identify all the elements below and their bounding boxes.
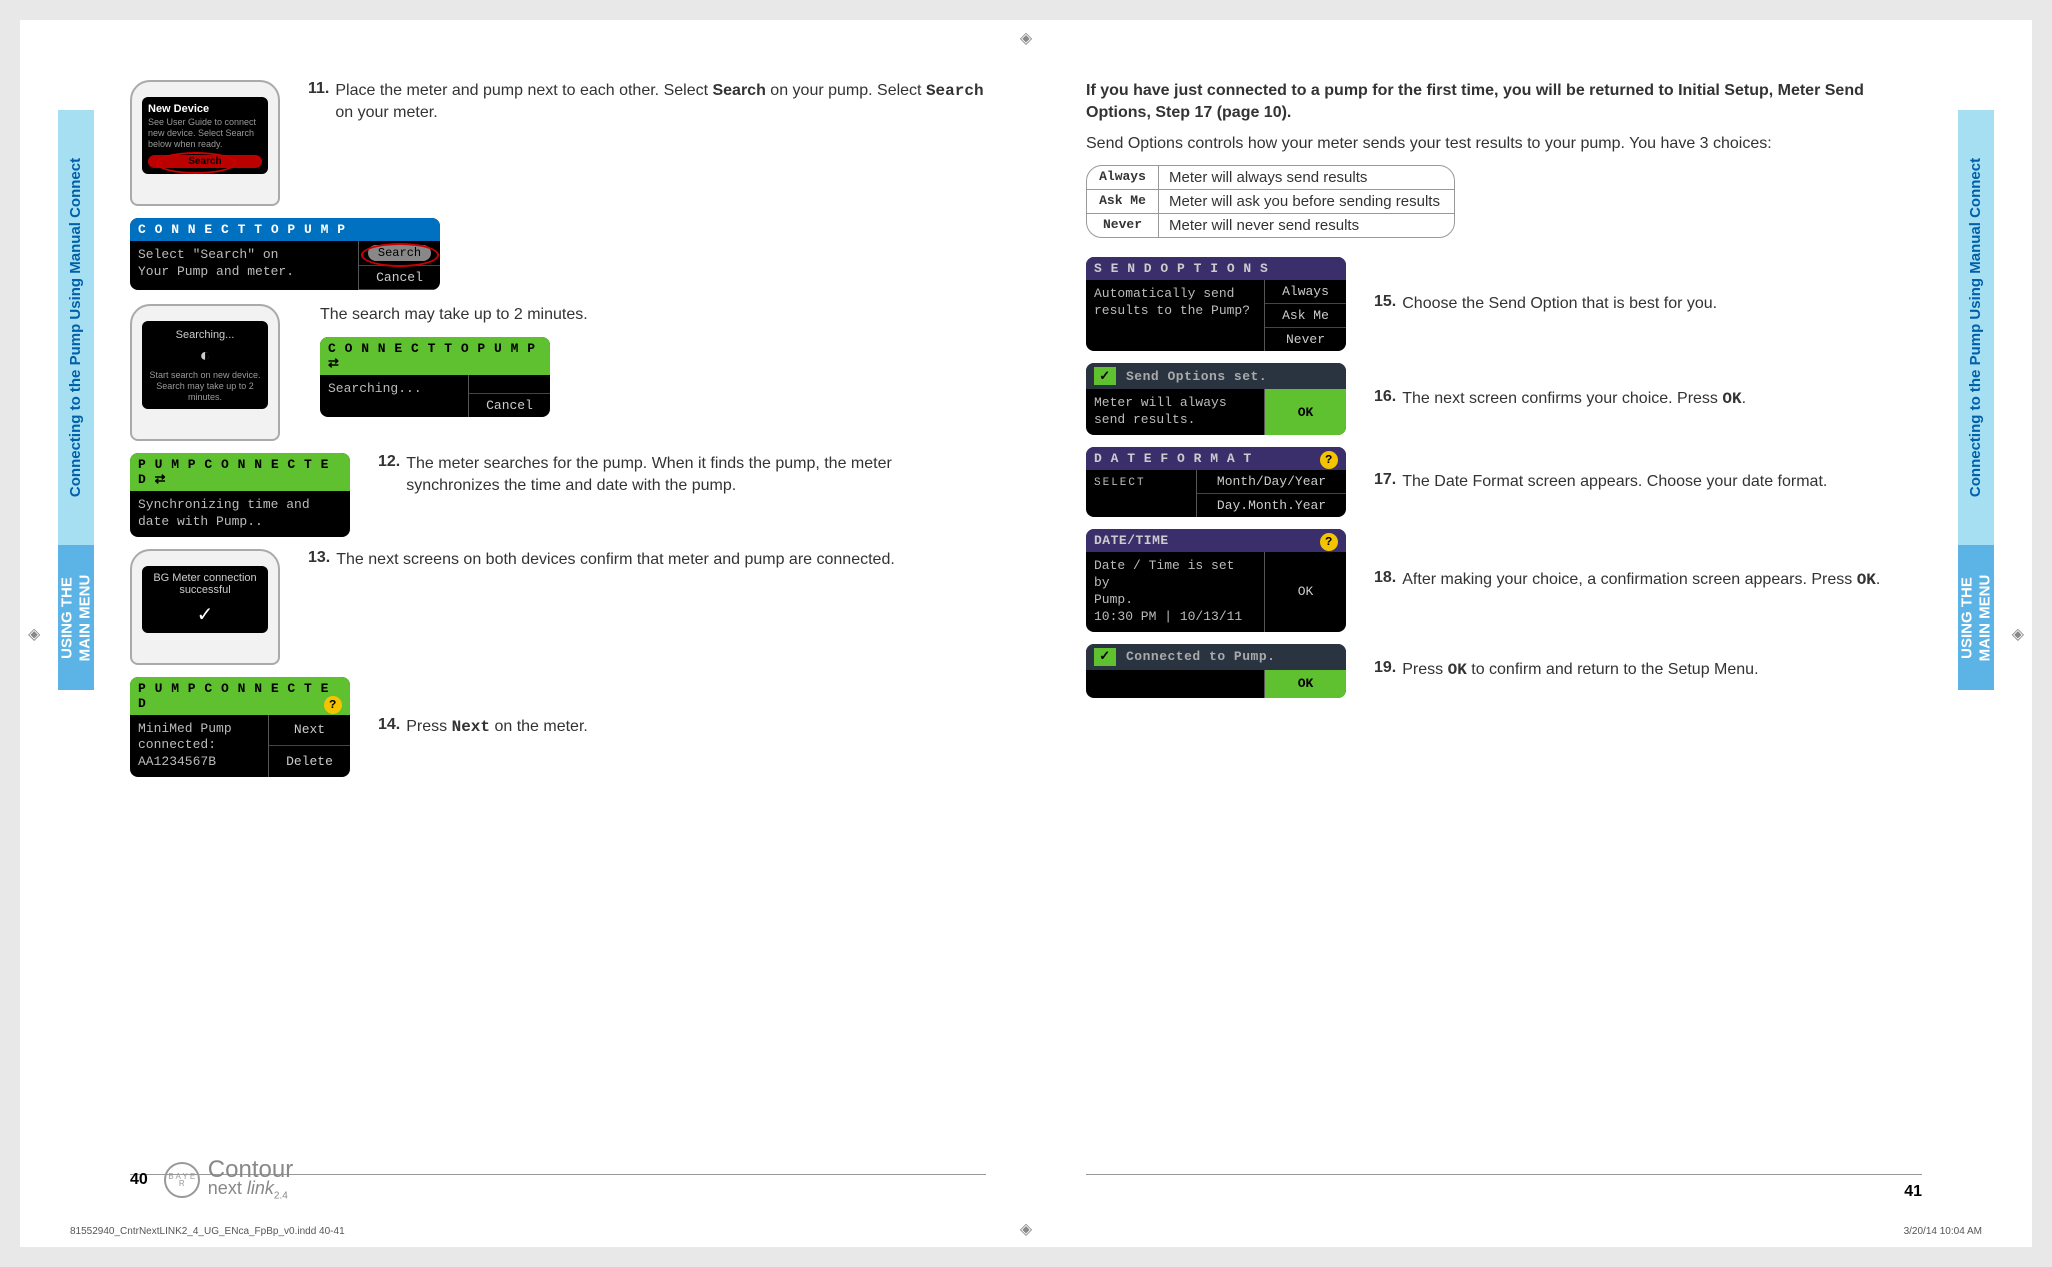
meter-next-option: Next [269,715,350,747]
meter-connected-to-pump: ✓Connected to Pump. OK [1086,644,1346,698]
pump-illustration-connected: BG Meter connection successful ✓ [130,549,280,665]
meter-minimed-connected: P U M P C O N N E C T E D? MiniMed Pumpc… [130,677,350,778]
meter-header: ✓Connected to Pump. [1086,644,1346,670]
meter-header: D A T E F O R M A T? [1086,447,1346,470]
page-right: Connecting to the Pump Using Manual Conn… [1026,20,2032,1247]
step-12: 12. The meter searches for the pump. Whe… [378,453,986,498]
meter-send-options-set: ✓Send Options set. Meter will alwayssend… [1086,363,1346,435]
pump-searching-text: Start search on new device. Search may t… [148,370,262,402]
check-icon: ✓ [1094,367,1116,385]
footer-divider [1086,1174,1922,1175]
meter-header: C O N N E C T T O P U M P [130,218,440,241]
intro-regular: Send Options controls how your meter sen… [1086,133,1922,155]
search-note: The search may take up to 2 minutes. [320,304,986,326]
meter-pump-connected-sync: P U M P C O N N E C T E D ⇄ Synchronizin… [130,453,350,537]
step-17: 17. The Date Format screen appears. Choo… [1374,471,1827,493]
step-14: 14. Press Next on the meter. [378,716,588,738]
meter-header: C O N N E C T T O P U M P ⇄ [320,337,550,375]
meter-header: S E N D O P T I O N S [1086,257,1346,280]
step-11: 11. Place the meter and pump next to eac… [308,80,986,125]
page-footer-right: 41 [1026,1183,2032,1201]
page-number: 41 [1904,1183,1922,1201]
step-15: 15. Choose the Send Option that is best … [1374,293,1717,315]
meter-connect-to-pump: C O N N E C T T O P U M P Select "Search… [130,218,440,290]
meter-header: P U M P C O N N E C T E D? [130,677,350,715]
bayer-logo-icon: B A Y E R [164,1162,200,1198]
meter-header: P U M P C O N N E C T E D ⇄ [130,453,350,491]
send-options-table: AlwaysMeter will always send results Ask… [1086,165,1455,238]
meter-ok-option: OK [1265,552,1346,632]
meter-header: ✓Send Options set. [1086,363,1346,389]
spinner-icon: ◐ [148,345,262,366]
page-number: 40 [130,1171,148,1189]
step-19: 19. Press OK to confirm and return to th… [1374,659,1759,681]
meter-never-option: Never [1265,328,1346,351]
help-icon: ? [1320,451,1338,469]
step-18: 18. After making your choice, a confirma… [1374,569,1880,591]
help-icon: ? [1320,533,1338,551]
tab-section: Connecting to the Pump Using Manual Conn… [68,158,85,497]
page-spread: ◈ ◈ ◈ ◈ Connecting to the Pump Using Man… [20,20,2032,1247]
pump-illustration-searching: Searching... ◐ Start search on new devic… [130,304,280,440]
meter-askme-option: Ask Me [1265,304,1346,328]
pump-screen-text: See User Guide to connect new device. Se… [148,117,262,149]
sync-icon: ⇄ [155,472,166,487]
pump-screen-title: New Device [148,103,262,115]
tab-chapter: USING THEMAIN MENU [58,574,94,661]
side-tab-left: Connecting to the Pump Using Manual Conn… [58,110,94,690]
meter-cancel-option: Cancel [359,266,440,290]
check-icon: ✓ [1094,648,1116,666]
meter-header: DATE/TIME? [1086,529,1346,552]
meter-ok-option: OK [1265,389,1346,435]
meter-date-format: D A T E F O R M A T? SELECT Month/Day/Ye… [1086,447,1346,517]
step-13: 13. The next screens on both devices con… [308,549,895,571]
meter-delete-option: Delete [269,746,350,777]
select-label: SELECT [1086,470,1196,517]
intro-bold: If you have just connected to a pump for… [1086,80,1922,125]
tab-section: Connecting to the Pump Using Manual Conn… [1968,158,1985,497]
page-left: Connecting to the Pump Using Manual Conn… [20,20,1026,1247]
meter-date-mdy: Month/Day/Year [1197,470,1346,494]
meter-date-dmy: Day.Month.Year [1197,494,1346,517]
tab-chapter: USING THEMAIN MENU [1958,574,1994,661]
pump-connected-title: BG Meter connection [148,572,262,584]
imprint-filename: 81552940_CntrNextLINK2_4_UG_ENca_FpBp_v0… [70,1226,345,1237]
check-icon: ✓ [148,602,262,627]
pump-searching-title: Searching... [148,329,262,341]
sync-icon: ⇄ [328,356,339,371]
meter-ok-option: OK [1265,670,1346,698]
side-tab-right: Connecting to the Pump Using Manual Conn… [1958,110,1994,690]
meter-always-option: Always [1265,280,1346,304]
imprint-timestamp: 3/20/14 10:04 AM [1904,1226,1982,1237]
meter-searching: C O N N E C T T O P U M P ⇄ Searching...… [320,337,550,417]
pump-illustration-new-device: New Device See User Guide to connect new… [130,80,280,206]
pump-connected-sub: successful [148,584,262,596]
page-footer-left: 40 B A Y E R Contour next link2.4 [20,1159,1026,1201]
meter-send-options: S E N D O P T I O N S Automatically send… [1086,257,1346,351]
meter-cancel-option: Cancel [469,393,550,417]
step-16: 16. The next screen confirms your choice… [1374,388,1746,410]
brand-logo: B A Y E R Contour next link2.4 [164,1159,293,1201]
help-icon: ? [324,696,342,714]
meter-date-time: DATE/TIME? Date / Time is set byPump.10:… [1086,529,1346,632]
